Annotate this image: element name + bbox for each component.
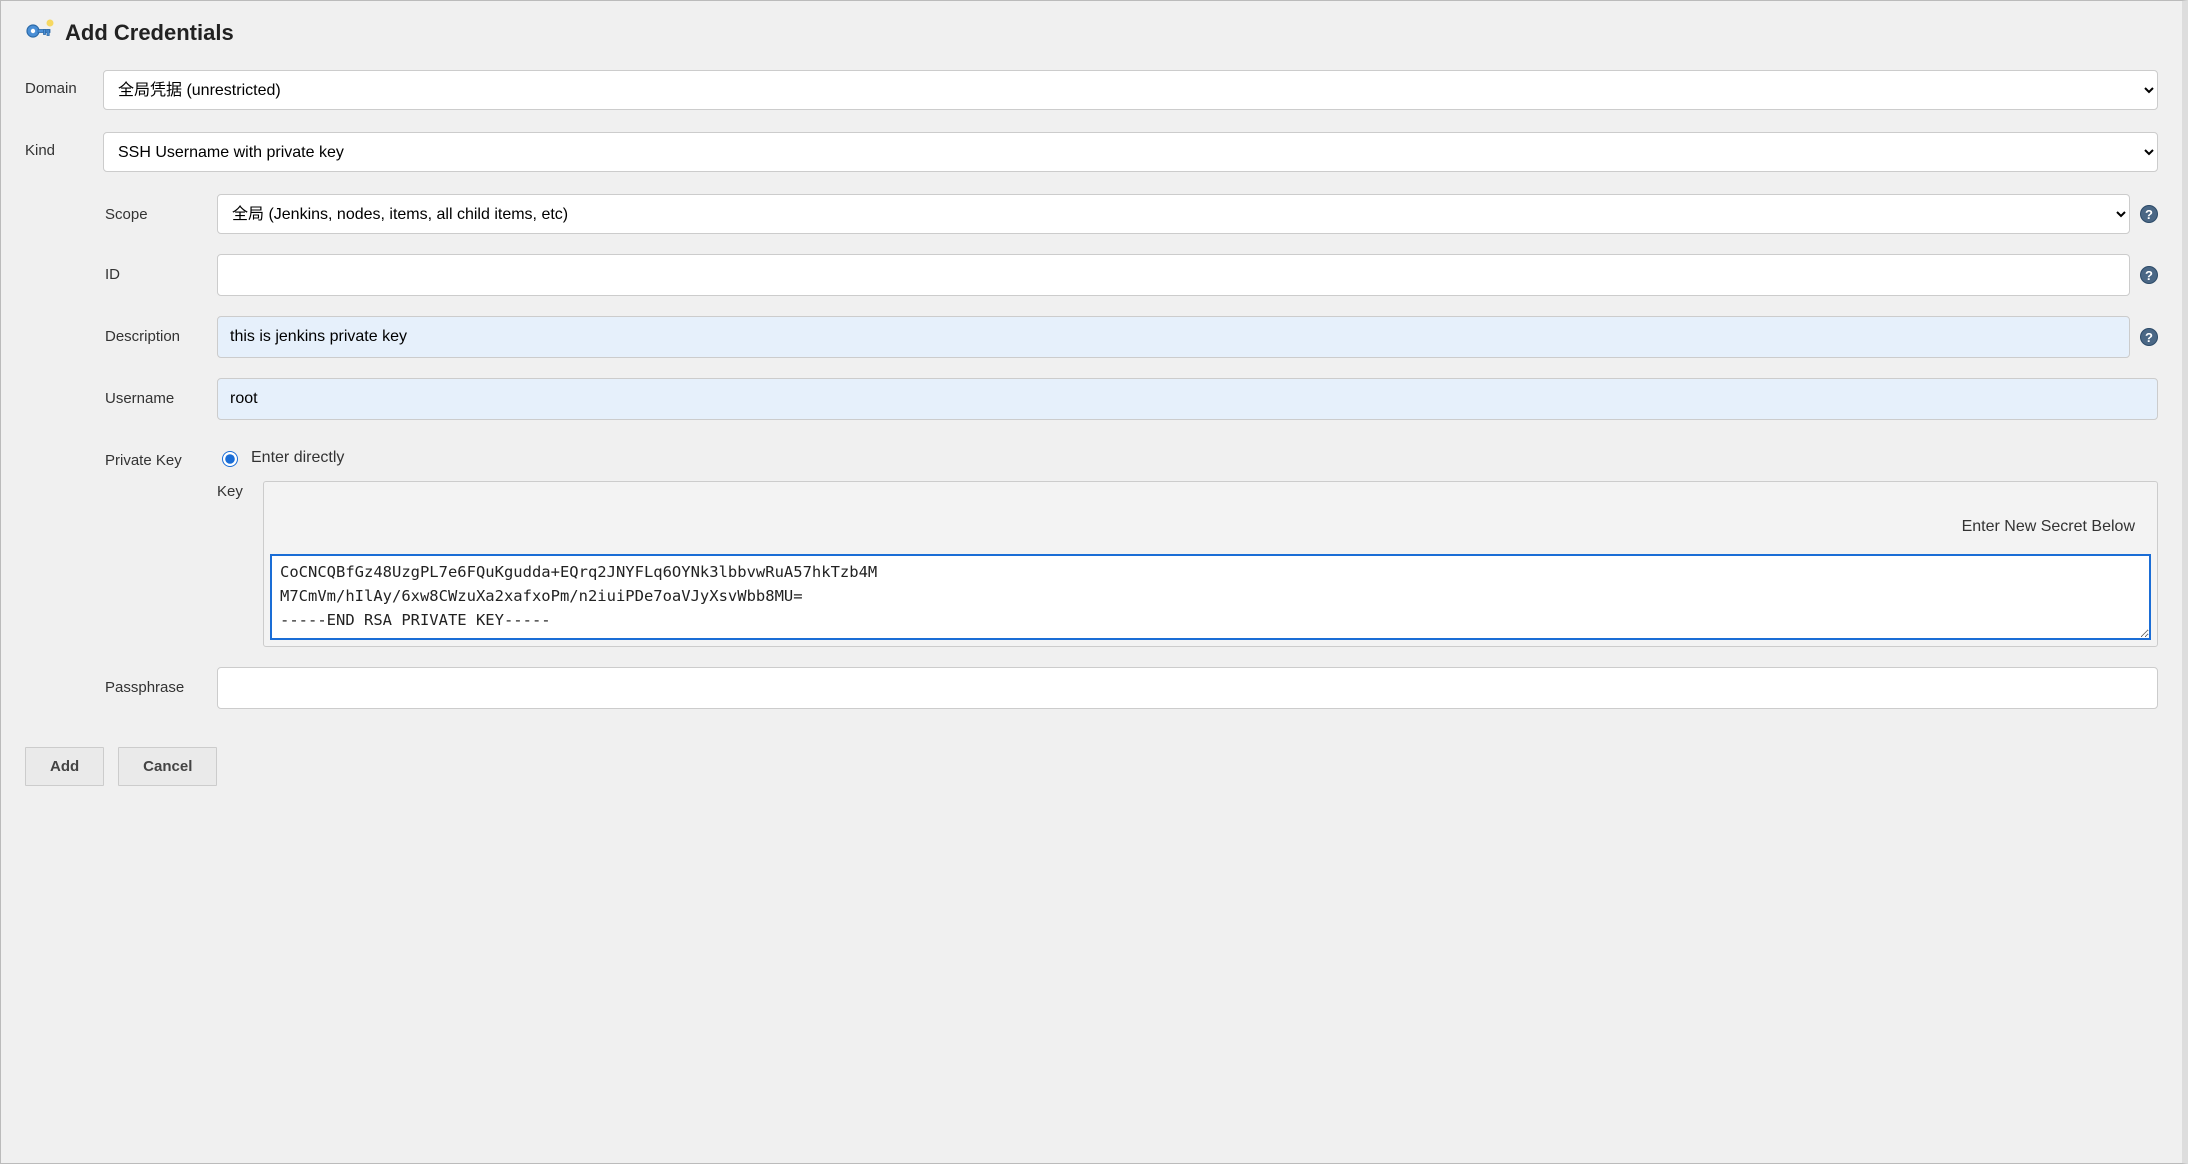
key-box: Enter New Secret Below (263, 481, 2158, 647)
passphrase-input[interactable] (217, 667, 2158, 709)
field-scope: Scope 全局 (Jenkins, nodes, items, all chi… (105, 194, 2158, 234)
help-icon[interactable]: ? (2140, 328, 2158, 346)
add-button[interactable]: Add (25, 747, 104, 786)
kind-label: Kind (25, 132, 103, 159)
passphrase-label: Passphrase (105, 667, 217, 696)
field-username: Username (105, 378, 2158, 420)
key-hint: Enter New Secret Below (264, 482, 2157, 554)
key-label: Key (217, 481, 263, 647)
username-input[interactable] (217, 378, 2158, 420)
page-header: Add Credentials (25, 19, 2158, 46)
private-key-label: Private Key (105, 440, 217, 469)
field-passphrase: Passphrase (105, 667, 2158, 709)
page-title: Add Credentials (65, 20, 234, 46)
field-description: Description ? (105, 316, 2158, 358)
help-icon[interactable]: ? (2140, 205, 2158, 223)
scope-label: Scope (105, 194, 217, 223)
field-kind: Kind SSH Username with private key (25, 132, 2158, 172)
domain-label: Domain (25, 70, 103, 97)
description-input[interactable] (217, 316, 2130, 358)
description-label: Description (105, 316, 217, 345)
kind-select[interactable]: SSH Username with private key (103, 132, 2158, 172)
field-private-key: Private Key Enter directly Key Enter New… (105, 440, 2158, 647)
key-textarea[interactable] (270, 554, 2151, 640)
domain-select[interactable]: 全局凭据 (unrestricted) (103, 70, 2158, 110)
field-domain: Domain 全局凭据 (unrestricted) (25, 70, 2158, 110)
id-input[interactable] (217, 254, 2130, 296)
scope-select[interactable]: 全局 (Jenkins, nodes, items, all child ite… (217, 194, 2130, 234)
enter-directly-radio[interactable] (222, 451, 238, 467)
button-bar: Add Cancel (25, 747, 2158, 786)
id-label: ID (105, 254, 217, 283)
username-label: Username (105, 378, 217, 407)
enter-directly-label: Enter directly (251, 449, 344, 467)
page-container: Add Credentials Domain 全局凭据 (unrestricte… (0, 0, 2188, 1164)
key-icon (25, 19, 55, 46)
cancel-button[interactable]: Cancel (118, 747, 217, 786)
field-id: ID ? (105, 254, 2158, 296)
help-icon[interactable]: ? (2140, 266, 2158, 284)
